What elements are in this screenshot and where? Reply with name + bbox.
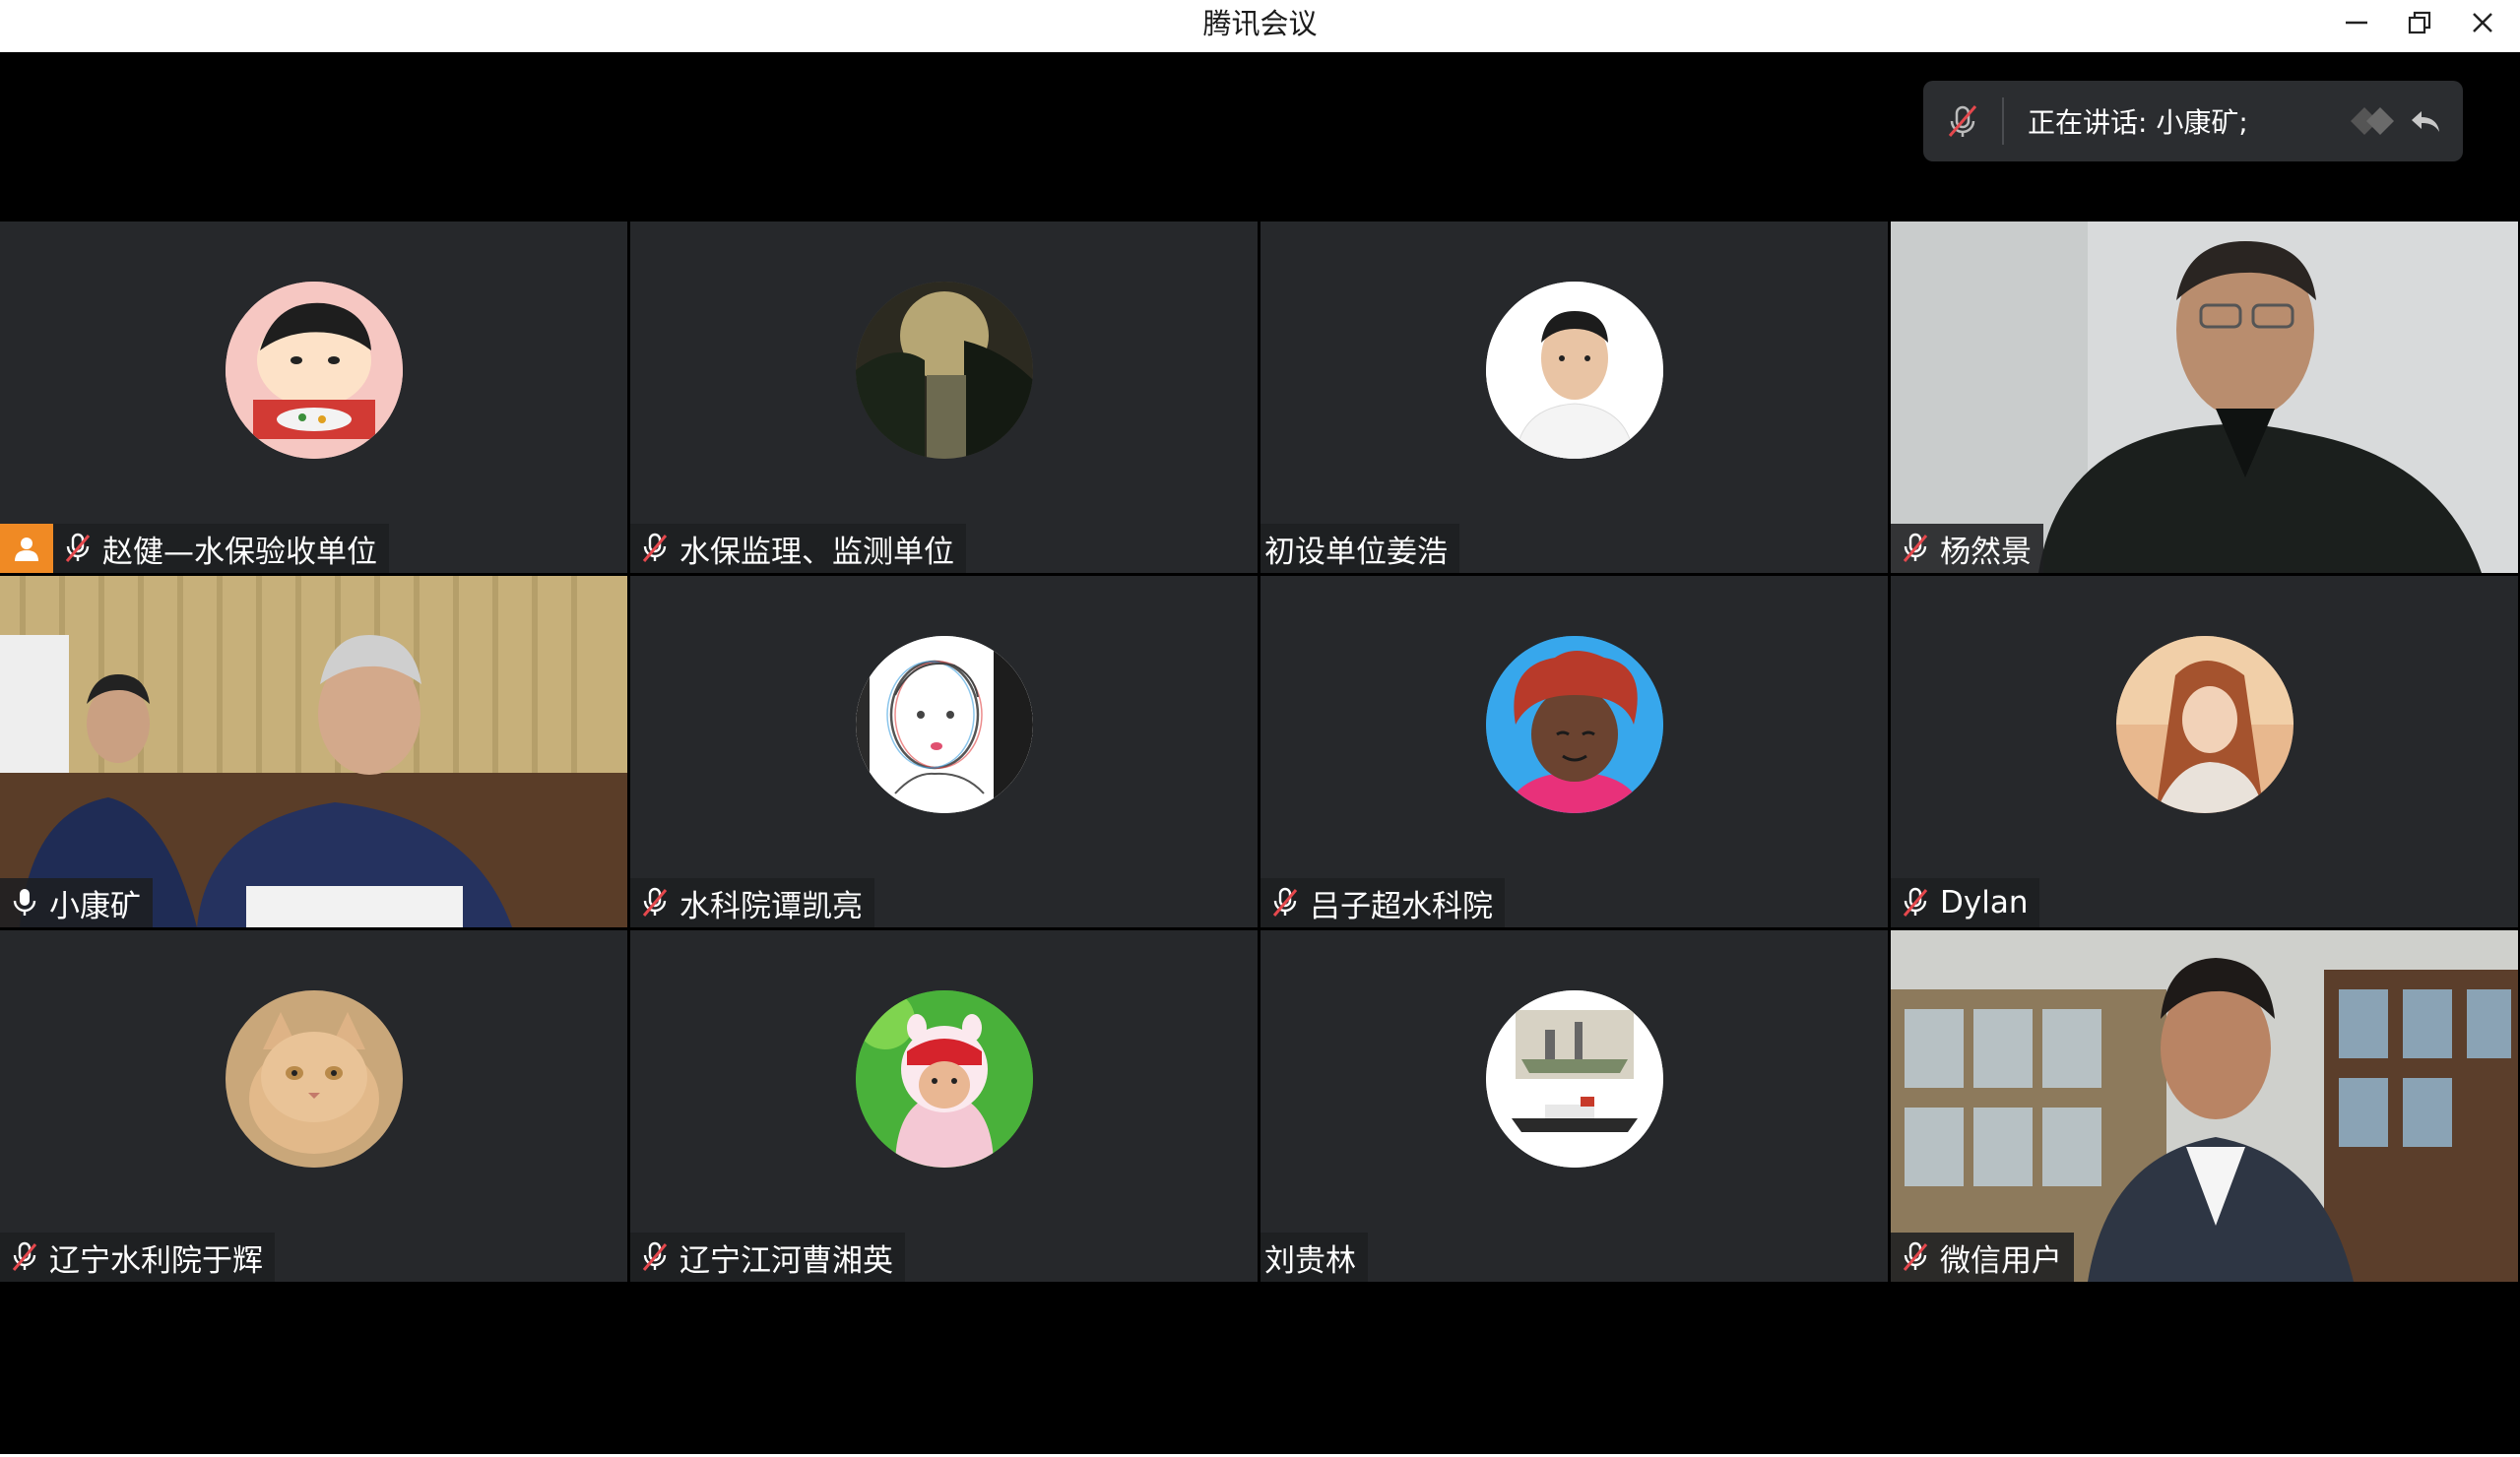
sketch-avatar <box>855 636 1033 813</box>
mic-muted-icon <box>1268 883 1302 922</box>
participant-name: 微信用户 <box>1940 1242 2062 1279</box>
participant-tile[interactable]: 水科院谭凯亮 <box>630 576 1258 927</box>
participant-tile[interactable]: 辽宁水利院于辉 <box>0 930 627 1282</box>
landscape-avatar <box>855 282 1033 459</box>
participant-name: 水保监理、监测单位 <box>679 534 954 570</box>
divider <box>2002 97 2004 145</box>
diamond-icon <box>2351 107 2394 135</box>
participant-name: 初设单位姜浩 <box>1264 534 1448 570</box>
participant-name: Dylan <box>1940 885 2029 920</box>
ship-model-avatar <box>1485 990 1663 1168</box>
cartoon-redhair-avatar <box>1485 636 1663 813</box>
participant-namebar: 初设单位姜浩 <box>1260 524 1459 573</box>
title-bar: 腾讯会议 <box>0 0 2520 53</box>
participant-name: 吕子超水科院 <box>1310 888 1493 924</box>
person-icon <box>15 538 38 561</box>
back-arrow-icon[interactable] <box>2406 101 2445 141</box>
participant-video-tile[interactable]: 微信用户 <box>1891 930 2518 1282</box>
girl-photo-avatar <box>2115 636 2294 813</box>
participant-video-tile[interactable]: 杨然景 <box>1891 222 2518 573</box>
expand-collapse-control[interactable] <box>2337 99 2445 143</box>
window-title: 腾讯会议 <box>1202 7 1318 40</box>
participant-tile[interactable]: 辽宁江河曹湘英 <box>630 930 1258 1282</box>
participant-tile[interactable]: 初设单位姜浩 <box>1260 222 1888 573</box>
mic-muted-icon <box>1899 1237 1932 1277</box>
participant-name: 刘贵林 <box>1264 1242 1356 1279</box>
participant-tile[interactable]: 吕子超水科院 <box>1260 576 1888 927</box>
close-icon <box>2473 12 2492 32</box>
participant-namebar: 小康矿 <box>0 878 153 927</box>
mic-muted-icon <box>638 1237 672 1277</box>
participant-tile[interactable]: Dylan <box>1891 576 2518 927</box>
mic-muted-icon <box>1899 883 1932 922</box>
speaking-label: 正在讲话: 小康矿; <box>2028 106 2248 139</box>
mic-muted-icon <box>638 529 672 568</box>
mic-muted-icon[interactable] <box>1923 81 2002 161</box>
participant-namebar: 水科院谭凯亮 <box>630 878 874 927</box>
host-badge <box>0 524 53 573</box>
restore-button[interactable] <box>2388 0 2451 44</box>
mic-icon <box>8 883 41 922</box>
participant-namebar: Dylan <box>1891 878 2040 927</box>
baby-avatar <box>855 990 1033 1168</box>
participant-namebar: 水保监理、监测单位 <box>630 524 966 573</box>
participant-namebar: 杨然景 <box>1891 524 2043 573</box>
cartoon-boy-avatar <box>225 282 403 459</box>
participant-namebar: 辽宁江河曹湘英 <box>630 1233 905 1282</box>
participant-tile[interactable]: 赵健—水保验收单位 <box>0 222 627 573</box>
participant-name: 小康矿 <box>49 888 141 924</box>
mic-muted-icon <box>61 529 95 568</box>
video-feed <box>1891 930 2518 1282</box>
video-feed <box>0 576 627 927</box>
minimize-icon <box>2346 21 2367 24</box>
cat-avatar <box>225 990 403 1168</box>
participant-tile[interactable]: 水保监理、监测单位 <box>630 222 1258 573</box>
portrait-avatar <box>1485 282 1663 459</box>
participant-namebar: 吕子超水科院 <box>1260 878 1505 927</box>
restore-icon <box>2408 11 2431 33</box>
mic-muted-icon <box>8 1237 41 1277</box>
video-feed <box>1891 222 2518 573</box>
participant-namebar: 微信用户 <box>1891 1233 2074 1282</box>
participant-namebar: 辽宁水利院于辉 <box>0 1233 275 1282</box>
participant-name: 赵健—水保验收单位 <box>102 534 377 570</box>
close-button[interactable] <box>2451 0 2514 44</box>
participant-grid: 赵健—水保验收单位 水保监理、监测单位 初设单位姜浩 杨然景 小康矿 水科院谭凯… <box>0 222 2520 1285</box>
participant-namebar: 刘贵林 <box>1260 1233 1368 1282</box>
participant-name: 辽宁水利院于辉 <box>49 1242 263 1279</box>
minimize-button[interactable] <box>2325 0 2388 44</box>
mic-muted-icon <box>1899 529 1932 568</box>
participant-name: 杨然景 <box>1940 534 2032 570</box>
mic-muted-icon <box>638 883 672 922</box>
speaking-indicator[interactable]: 正在讲话: 小康矿; <box>1923 81 2463 161</box>
participant-video-tile[interactable]: 小康矿 <box>0 576 627 927</box>
participant-namebar: 赵健—水保验收单位 <box>53 524 389 573</box>
participant-name: 水科院谭凯亮 <box>679 888 863 924</box>
participant-tile[interactable]: 刘贵林 <box>1260 930 1888 1282</box>
participant-name: 辽宁江河曹湘英 <box>679 1242 893 1279</box>
